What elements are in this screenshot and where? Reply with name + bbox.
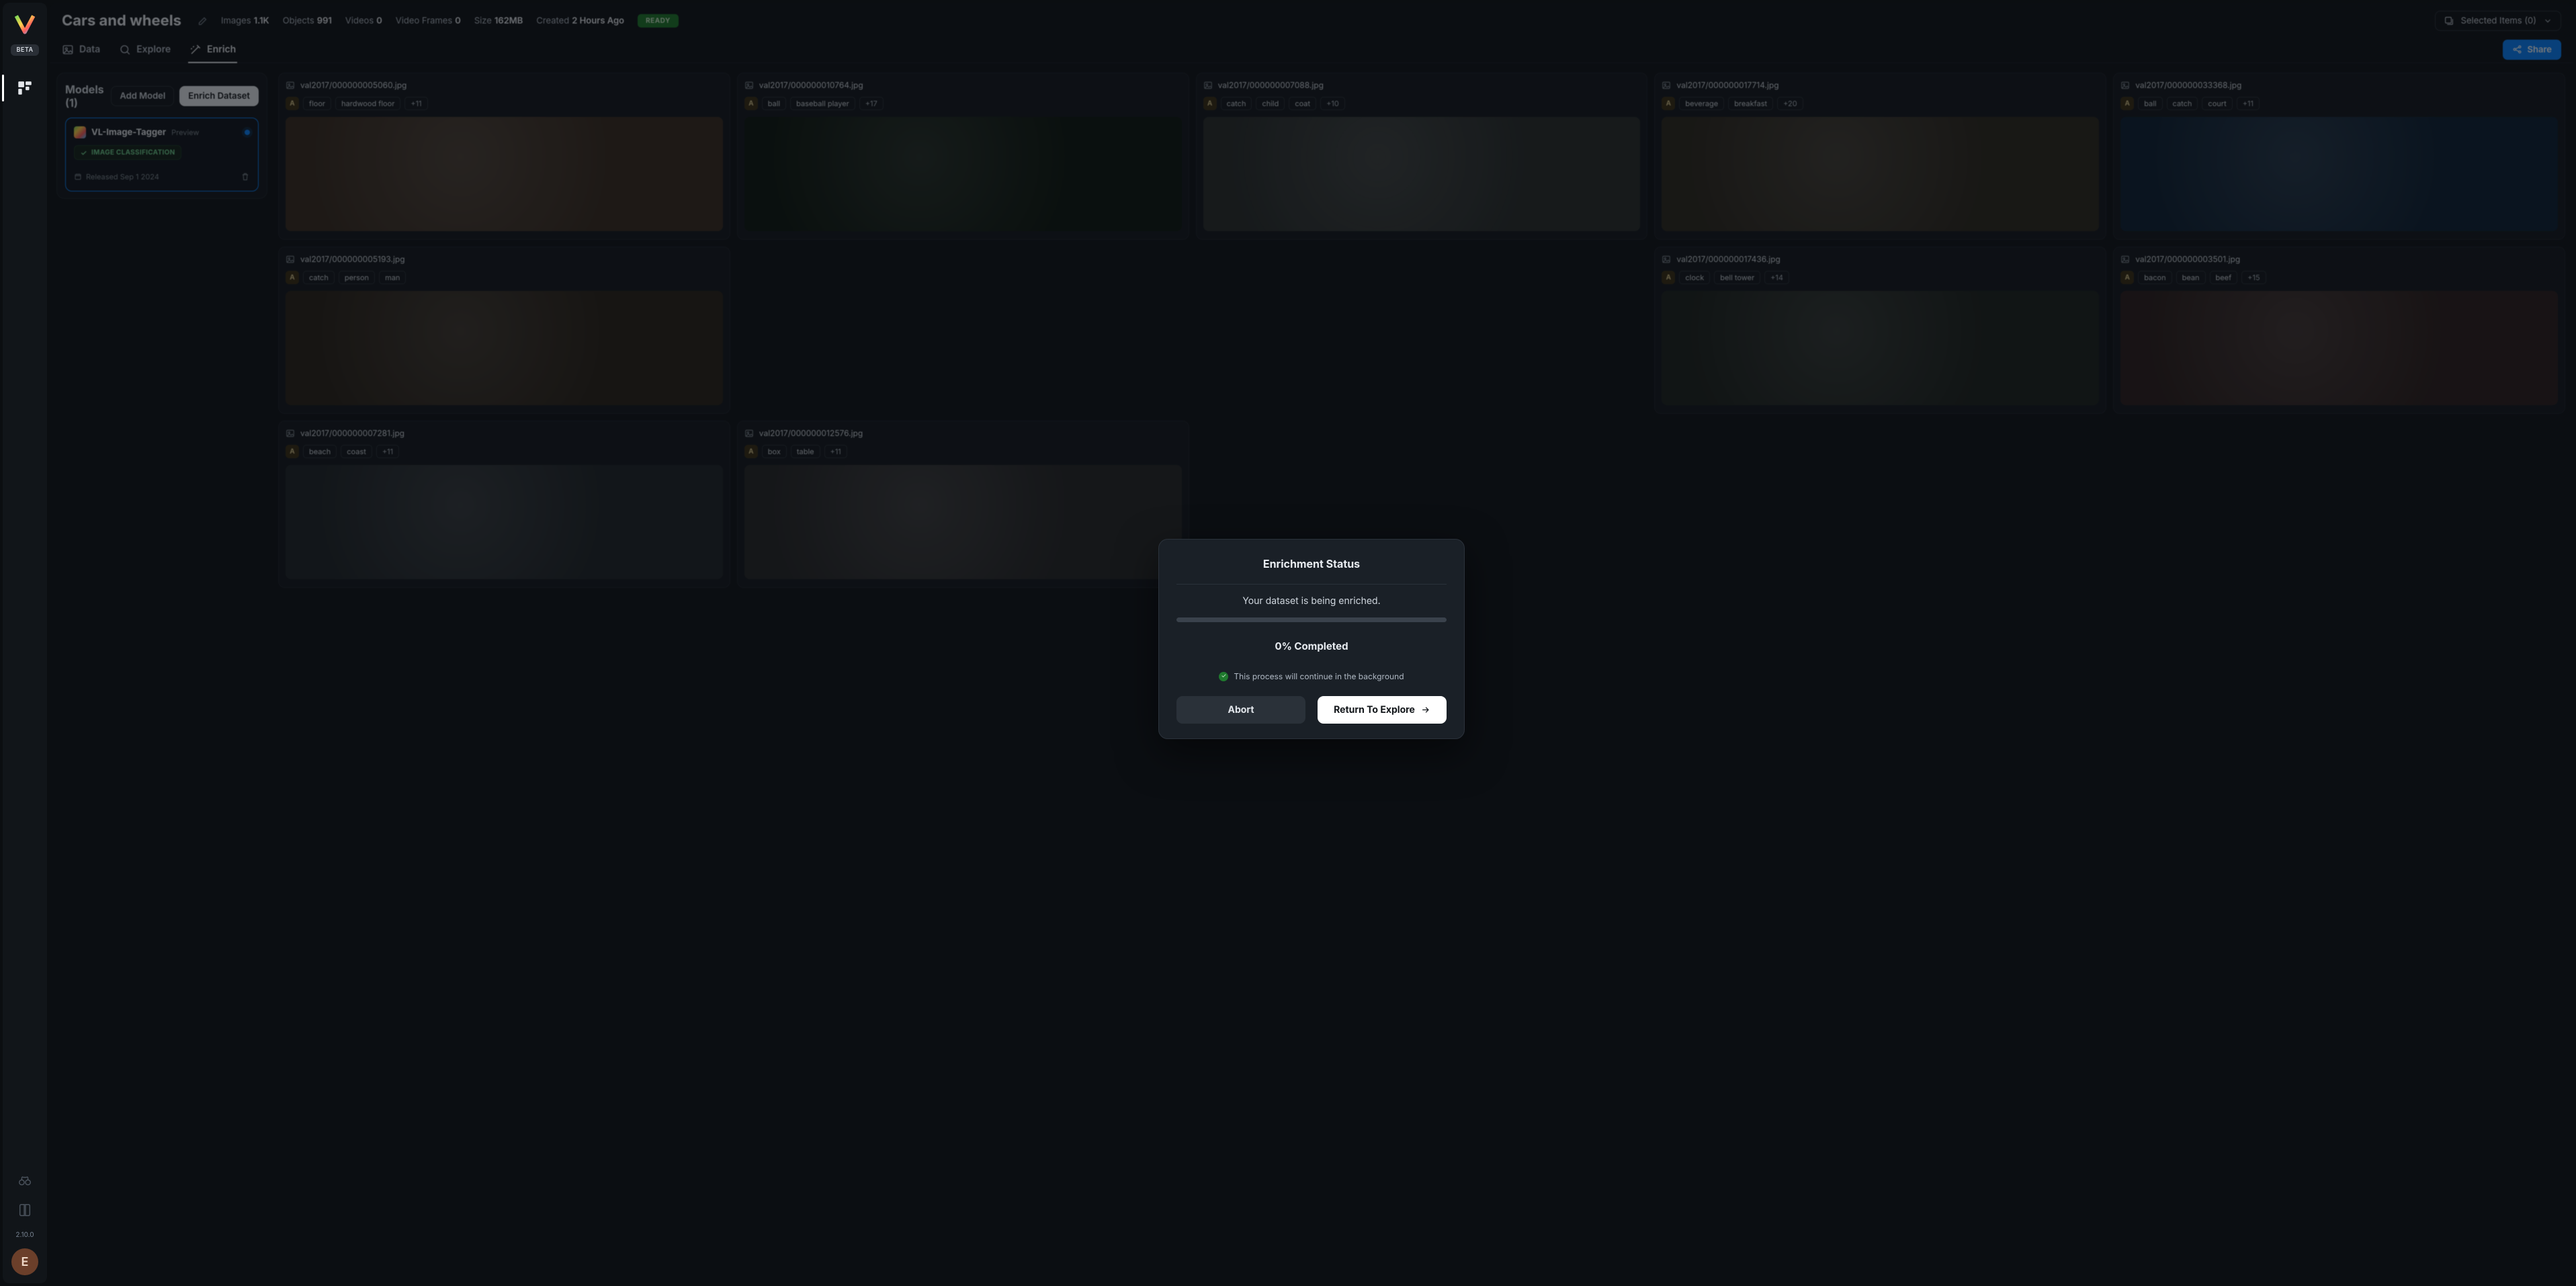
progress-percent-label: 0% Completed (1176, 640, 1447, 652)
book-icon[interactable] (16, 1201, 34, 1219)
modal-divider (1176, 584, 1447, 585)
beta-badge: BETA (11, 44, 38, 56)
progress-bar (1176, 617, 1447, 622)
app-logo[interactable] (13, 12, 36, 35)
abort-button[interactable]: Abort (1176, 696, 1305, 724)
main-panel: Cars and wheels Images1.1K Objects991 Vi… (50, 3, 2573, 1283)
left-rail: BETA 2.10.0 E (3, 3, 47, 1283)
modal-bg-note-text: This process will continue in the backgr… (1234, 671, 1404, 681)
user-avatar[interactable]: E (11, 1248, 38, 1275)
version-label: 2.10.0 (15, 1231, 34, 1239)
modal-background-note: ✓ This process will continue in the back… (1176, 671, 1447, 681)
modal-title: Enrichment Status (1176, 557, 1447, 570)
datasets-nav-icon[interactable] (15, 79, 34, 97)
binoculars-icon[interactable] (16, 1172, 34, 1189)
abort-button-label: Abort (1228, 704, 1254, 716)
enrichment-status-modal: Enrichment Status Your dataset is being … (1158, 539, 1465, 739)
return-button-label: Return To Explore (1334, 704, 1415, 716)
check-circle-icon: ✓ (1219, 672, 1228, 681)
return-to-explore-button[interactable]: Return To Explore (1318, 696, 1447, 724)
arrow-right-icon (1420, 705, 1430, 715)
modal-message: Your dataset is being enriched. (1176, 595, 1447, 607)
